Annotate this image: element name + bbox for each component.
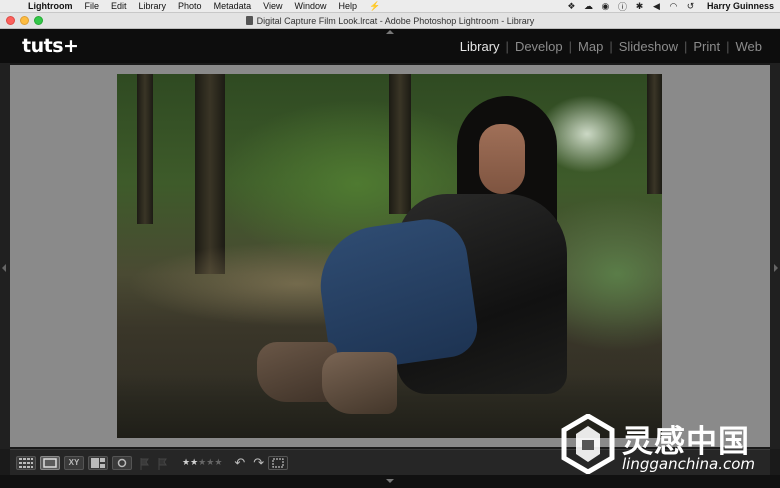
bolt-icon[interactable]: ⚡ [363,1,386,12]
left-panel-collapsed [0,63,10,449]
photo-tree-trunk [389,74,411,214]
rotate-left-icon[interactable]: ↶ [234,455,245,471]
menu-window[interactable]: Window [288,1,332,11]
module-slideshow[interactable]: Slideshow [613,39,684,54]
creative-cloud-icon[interactable]: ◉ [599,1,612,12]
star-5[interactable]: ★ [214,457,222,468]
loupe-view-icon[interactable] [40,455,60,470]
star-1[interactable]: ★ [182,457,190,468]
watermark-logo-icon [561,414,615,474]
module-web[interactable]: Web [730,39,769,54]
zoom-window-button[interactable] [34,16,43,25]
flag-pick-icon[interactable] [140,457,150,470]
identity-plate-logo: tuts+ [22,35,79,57]
document-icon [245,16,253,25]
survey-view-icon[interactable] [88,455,108,470]
watermark-url: lingganchina.com [622,455,756,473]
module-map[interactable]: Map [572,39,609,54]
dropbox-icon[interactable]: ❖ [565,1,578,12]
bottom-panel-toggle-icon[interactable] [386,479,394,483]
watermark: 灵感中国 lingganchina.com [556,410,772,480]
module-print[interactable]: Print [687,39,726,54]
people-view-icon[interactable] [112,455,132,470]
menubar-tray: ❖ ☁ ◉ ⓘ ✱ ◀ ◠ ↺ Harry Guinness [563,0,780,13]
user-name[interactable]: Harry Guinness [699,1,774,11]
left-panel-toggle-icon[interactable] [2,264,6,272]
module-picker: Library | Develop | Map | Slideshow | Pr… [454,39,768,54]
bluetooth-icon[interactable]: ✱ [633,1,646,12]
cloud-icon[interactable]: ☁ [582,1,595,12]
photo-tree-trunk [647,74,662,194]
menu-metadata[interactable]: Metadata [208,1,258,11]
photo-subject-face [479,124,525,194]
compare-view-label: XY [68,458,80,467]
time-machine-icon[interactable]: ↺ [684,1,697,12]
star-2[interactable]: ★ [190,457,198,468]
window-titlebar: Digital Capture Film Look.lrcat - Adobe … [0,13,780,29]
compare-view-icon[interactable]: XY [64,455,84,470]
menu-app-lightroom[interactable]: Lightroom [22,1,79,11]
volume-icon[interactable]: ◀ [650,1,663,12]
right-panel-collapsed [770,63,780,449]
menu-file[interactable]: File [79,1,106,11]
wifi-icon[interactable]: ◠ [667,1,680,12]
menu-help[interactable]: Help [332,1,363,11]
menu-photo[interactable]: Photo [172,1,208,11]
window-title: Digital Capture Film Look.lrcat - Adobe … [256,15,535,26]
close-window-button[interactable] [6,16,15,25]
module-picker-panel: tuts+ Library | Develop | Map | Slidesho… [0,29,780,63]
star-4[interactable]: ★ [206,457,214,468]
window-controls [6,16,43,25]
menu-view[interactable]: View [257,1,288,11]
right-panel-toggle-icon[interactable] [774,264,778,272]
star-3[interactable]: ★ [198,457,206,468]
loupe-photo[interactable] [117,74,662,438]
info-icon[interactable]: ⓘ [616,0,629,13]
menu-edit[interactable]: Edit [105,1,133,11]
photo-subject-boot [322,352,397,414]
grid-view-icon[interactable] [16,455,36,470]
top-panel-toggle-icon[interactable] [386,30,394,34]
photo-tree-trunk [137,74,153,224]
crop-icon[interactable] [268,455,289,470]
module-develop[interactable]: Develop [509,39,569,54]
minimize-window-button[interactable] [20,16,29,25]
menu-library[interactable]: Library [133,1,173,11]
macos-menubar: Lightroom File Edit Library Photo Metada… [0,0,780,13]
flag-reject-icon[interactable] [158,457,168,470]
rotate-right-icon[interactable]: ↷ [253,455,264,471]
star-rating[interactable]: ★ ★ ★ ★ ★ [182,457,222,468]
module-library[interactable]: Library [454,39,506,54]
